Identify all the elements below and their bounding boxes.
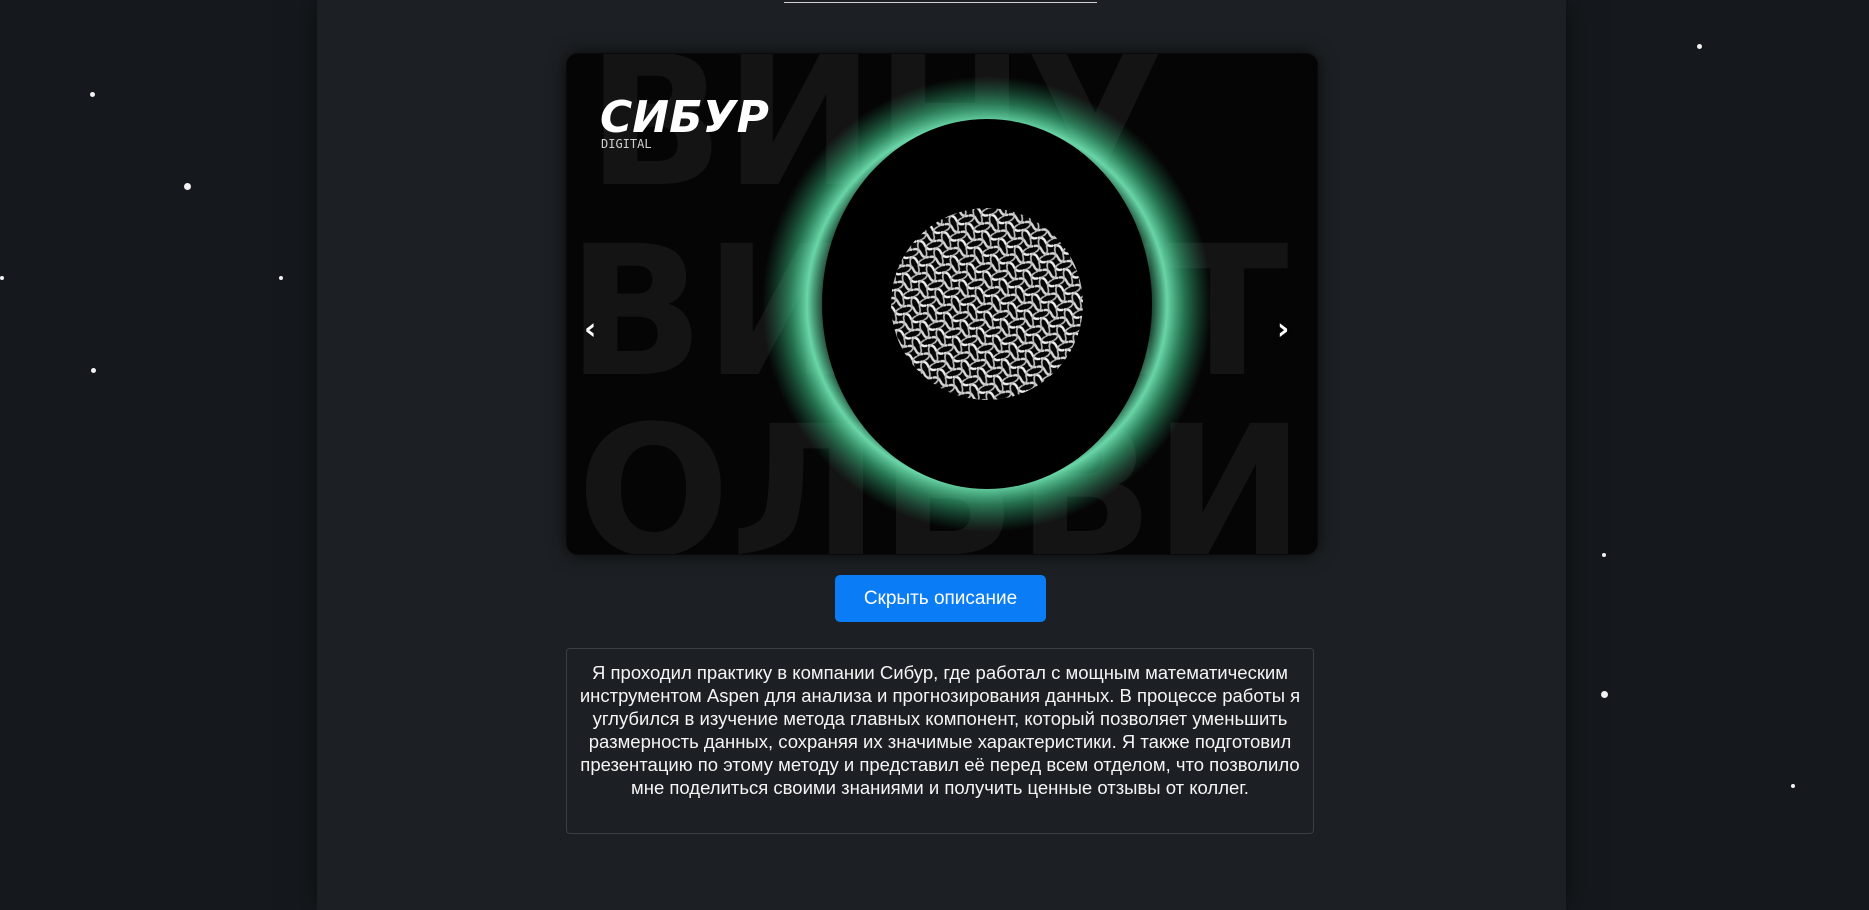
image-slider[interactable]: ВИНУ ВИДИТ ОЛЬВИ СИБУР DIGITAL bbox=[566, 53, 1318, 555]
star bbox=[1602, 553, 1606, 557]
star bbox=[1791, 784, 1795, 788]
description-text: Я проходил практику в компании Сибур, гд… bbox=[579, 662, 1301, 798]
slider-next-button[interactable]: › bbox=[1277, 315, 1289, 345]
star bbox=[91, 368, 96, 373]
star bbox=[1697, 44, 1702, 49]
slider-prev-button[interactable]: ‹ bbox=[584, 315, 596, 345]
star bbox=[279, 276, 283, 280]
star bbox=[1601, 691, 1608, 698]
star bbox=[184, 183, 191, 190]
page: ВИНУ ВИДИТ ОЛЬВИ СИБУР DIGITAL ‹ › Скрыт… bbox=[0, 0, 1869, 910]
sibur-logo-subtext: DIGITAL bbox=[601, 137, 652, 151]
star bbox=[0, 276, 4, 280]
description-box: Я проходил практику в компании Сибур, гд… bbox=[566, 648, 1314, 834]
top-divider bbox=[784, 2, 1097, 3]
sibur-logo: СИБУР bbox=[600, 92, 769, 143]
hide-description-button[interactable]: Скрыть описание bbox=[835, 575, 1046, 622]
slide-image: ВИНУ ВИДИТ ОЛЬВИ СИБУР DIGITAL bbox=[567, 54, 1317, 554]
star bbox=[90, 92, 95, 97]
